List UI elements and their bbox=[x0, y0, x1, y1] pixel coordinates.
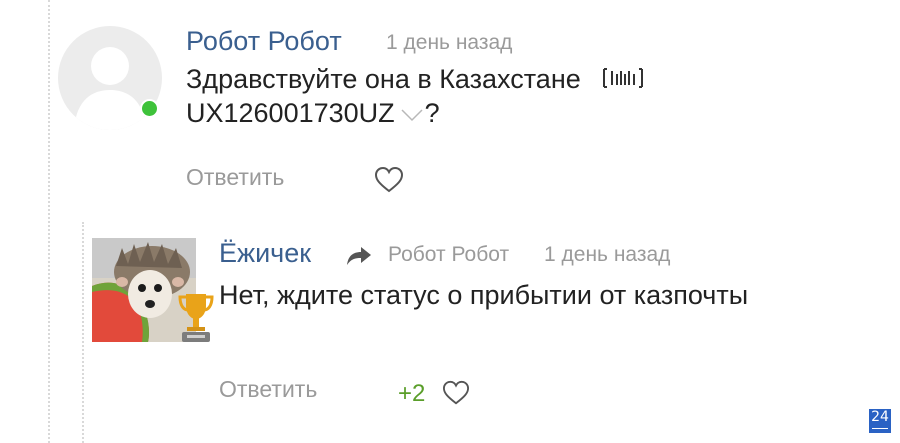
comment-text-line: Здравствуйте она в Казахстане bbox=[186, 64, 581, 94]
rating-count: +2 bbox=[398, 380, 426, 407]
comment-text: Здравствуйте она в Казахстане UX12600173… bbox=[186, 62, 746, 130]
comment-author[interactable]: Ёжичек bbox=[219, 238, 311, 269]
tracking-number[interactable]: UX126001730UZ bbox=[186, 98, 395, 128]
chevron-down-icon[interactable] bbox=[401, 108, 423, 122]
reply-button[interactable]: Ответить bbox=[219, 376, 317, 403]
comment-time[interactable]: 1 день назад bbox=[386, 31, 512, 55]
heart-icon[interactable] bbox=[442, 380, 470, 406]
comment-text: Нет, ждите статус о прибытии от казпочты bbox=[219, 280, 749, 310]
reply-button[interactable]: Ответить bbox=[186, 164, 284, 191]
reply-to-author[interactable]: Робот Робот bbox=[388, 243, 509, 267]
comment-time[interactable]: 1 день назад bbox=[544, 243, 670, 267]
comment-author[interactable]: Робот Робот bbox=[186, 26, 342, 57]
barcode-icon[interactable] bbox=[602, 66, 644, 90]
reply-thread-line bbox=[82, 222, 84, 443]
thread-line bbox=[48, 0, 50, 443]
online-status-dot bbox=[140, 99, 159, 118]
heart-icon[interactable] bbox=[374, 166, 404, 194]
corner-badge: 24 bbox=[869, 409, 891, 433]
trophy-icon bbox=[176, 288, 216, 344]
reply-arrow-icon bbox=[346, 246, 372, 266]
comment-text-end: ? bbox=[424, 98, 440, 128]
